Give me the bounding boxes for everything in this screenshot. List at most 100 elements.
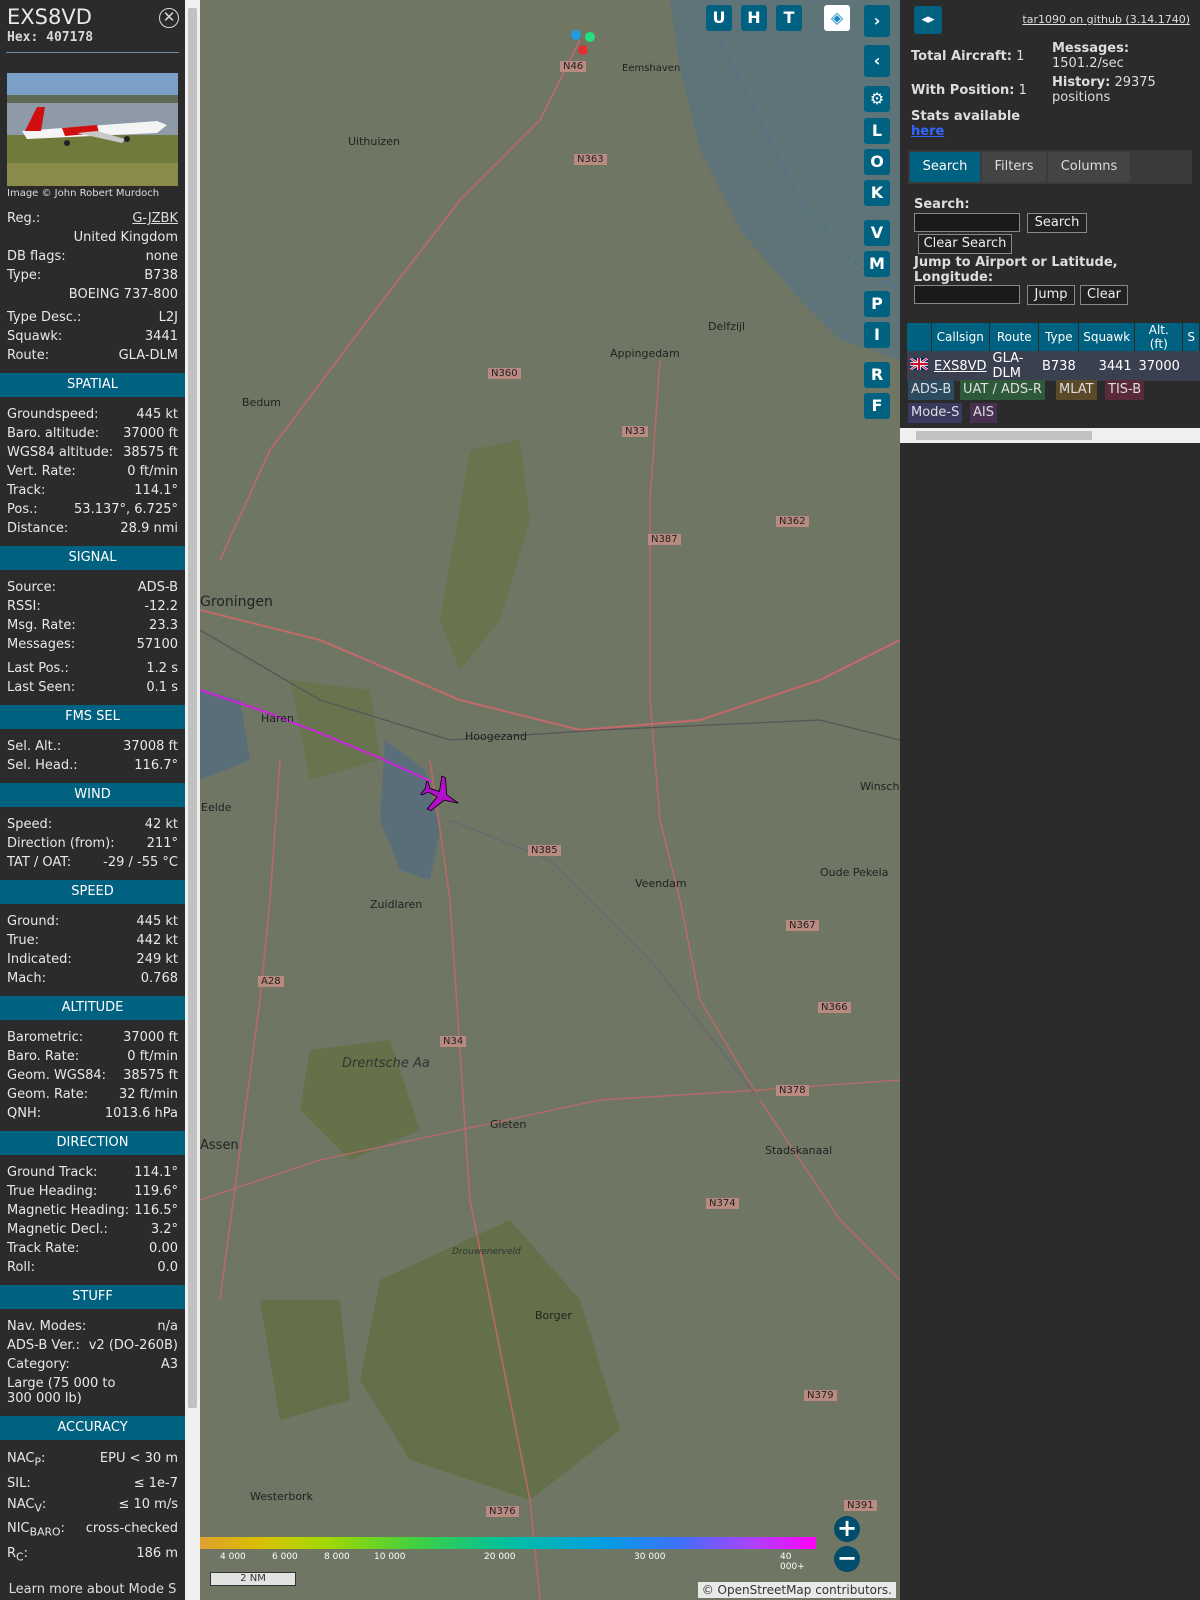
row-callsign[interactable]: EXS8VD bbox=[931, 351, 990, 381]
place-label: Groningen bbox=[200, 594, 273, 610]
clear-search-button[interactable]: Clear Search bbox=[918, 234, 1012, 254]
toggle-t-button[interactable]: T bbox=[776, 5, 802, 31]
table-horizontal-scrollbar[interactable] bbox=[900, 428, 1200, 443]
toggle-r-button[interactable]: R bbox=[864, 362, 890, 388]
zoom-out-button[interactable]: − bbox=[834, 1546, 860, 1572]
toggle-p-button[interactable]: P bbox=[864, 291, 890, 317]
toggle-l-button[interactable]: L bbox=[864, 118, 890, 144]
toggle-h-button[interactable]: H bbox=[741, 5, 767, 31]
place-label: Delfzijl bbox=[708, 320, 746, 333]
row-value: ≤ 1e-7 bbox=[133, 1475, 178, 1491]
info-row: Messages: 57100 bbox=[0, 635, 185, 654]
section-direction[interactable]: DIRECTION bbox=[0, 1131, 185, 1155]
row-value: 38575 ft bbox=[123, 1068, 178, 1083]
toggle-v-button[interactable]: V bbox=[864, 220, 890, 246]
toggle-k-button[interactable]: K bbox=[864, 180, 890, 206]
registration-link[interactable]: G-JZBK bbox=[132, 209, 178, 228]
road-shield: N360 bbox=[488, 368, 521, 379]
section-accuracy[interactable]: ACCURACY bbox=[0, 1416, 185, 1440]
info-row: RSSI: -12.2 bbox=[0, 597, 185, 616]
chevron-left-icon[interactable]: ‹ bbox=[864, 45, 890, 77]
jump-input[interactable] bbox=[914, 285, 1020, 304]
info-row: Track Rate: 0.00 bbox=[0, 1239, 185, 1258]
typedesc-row: Type Desc.: L2J bbox=[0, 308, 185, 327]
section-wind[interactable]: WIND bbox=[0, 783, 185, 807]
search-button[interactable]: Search bbox=[1027, 213, 1087, 233]
section-fms-sel[interactable]: FMS SEL bbox=[0, 705, 185, 729]
toggle-m-button[interactable]: M bbox=[864, 251, 890, 277]
place-label: Stadskanaal bbox=[765, 1144, 833, 1157]
close-icon[interactable]: ✕ bbox=[159, 8, 179, 28]
row-label: Groundspeed: bbox=[7, 407, 99, 422]
place-label: Drouwenerveld bbox=[452, 1247, 521, 1257]
aircraft-photo[interactable] bbox=[7, 73, 178, 186]
row-value: 23.3 bbox=[149, 618, 178, 633]
info-row: True Heading: 119.6° bbox=[0, 1182, 185, 1201]
receiver-marker bbox=[571, 30, 581, 40]
tab-columns[interactable]: Columns bbox=[1048, 152, 1130, 182]
row-value: 116.5° bbox=[134, 1203, 178, 1218]
stats-link[interactable]: here bbox=[911, 124, 944, 139]
info-panel-scrollbar[interactable] bbox=[185, 0, 200, 1600]
tab-filters[interactable]: Filters bbox=[982, 152, 1046, 182]
road bbox=[219, 39, 581, 561]
info-row: Sel. Head.: 116.7° bbox=[0, 756, 185, 775]
column-header[interactable]: Squawk bbox=[1078, 323, 1136, 351]
with-position-value: 1 bbox=[1018, 83, 1027, 98]
github-link[interactable]: tar1090 on github (3.14.1740) bbox=[1022, 13, 1190, 26]
source-badge-mlat: MLAT bbox=[1056, 380, 1097, 400]
column-header[interactable]: Route bbox=[989, 323, 1040, 351]
receiver-marker bbox=[585, 32, 595, 42]
row-label: Mach: bbox=[7, 971, 46, 986]
chevron-right-icon[interactable]: › bbox=[864, 5, 890, 37]
jump-button[interactable]: Jump bbox=[1027, 285, 1075, 305]
source-badge-adsb: ADS-B bbox=[908, 380, 955, 400]
nacp-sub: P bbox=[34, 1455, 41, 1469]
row-label: TAT / OAT: bbox=[7, 855, 72, 870]
row-label: Baro. altitude: bbox=[7, 426, 100, 441]
row-value: 1.2 s bbox=[146, 661, 178, 676]
section-spatial[interactable]: SPATIAL bbox=[0, 373, 185, 397]
forest-area bbox=[360, 1220, 620, 1500]
column-header-flag[interactable] bbox=[907, 323, 932, 351]
zoom-in-button[interactable]: + bbox=[834, 1516, 860, 1542]
map-attribution[interactable]: © OpenStreetMap contributors. bbox=[697, 1582, 896, 1598]
layers-icon[interactable]: ◈ bbox=[824, 5, 850, 31]
toggle-o-button[interactable]: O bbox=[864, 149, 890, 175]
table-row[interactable]: EXS8VD GLA-DLM B738 3441 37000 bbox=[907, 351, 1200, 381]
column-header[interactable]: Alt. (ft) bbox=[1134, 323, 1184, 351]
type-label: Type: bbox=[7, 268, 42, 283]
row-label: True Heading: bbox=[7, 1184, 98, 1199]
info-row: RC: 186 m bbox=[0, 1543, 185, 1568]
dbflags-value: none bbox=[145, 249, 178, 264]
column-header[interactable]: S bbox=[1182, 323, 1200, 351]
section-altitude[interactable]: ALTITUDE bbox=[0, 996, 185, 1020]
aircraft-table: Callsign Route Type Squawk Alt. (ft) S E… bbox=[907, 323, 1200, 381]
typedesc-value: L2J bbox=[158, 310, 178, 325]
uk-flag-icon bbox=[907, 351, 931, 381]
expand-collapse-icon[interactable]: ◂▸ bbox=[914, 6, 942, 34]
section-speed[interactable]: SPEED bbox=[0, 880, 185, 904]
column-header[interactable]: Type bbox=[1038, 323, 1080, 351]
toggle-f-button[interactable]: F bbox=[864, 393, 890, 419]
map-view[interactable]: Eemshaven Uithuizen Appingedam Delfzijl … bbox=[200, 0, 900, 1600]
toggle-i-button[interactable]: I bbox=[864, 322, 890, 348]
settings-gear-icon[interactable]: ⚙ bbox=[864, 86, 890, 112]
scrollbar-thumb[interactable] bbox=[916, 431, 1092, 440]
clear-button[interactable]: Clear bbox=[1080, 285, 1128, 305]
column-header[interactable]: Callsign bbox=[931, 323, 991, 351]
nic-sub: BARO bbox=[29, 1525, 61, 1539]
section-stuff[interactable]: STUFF bbox=[0, 1285, 185, 1309]
forest-area bbox=[260, 1300, 350, 1420]
row-label: NACV: bbox=[7, 1496, 47, 1515]
search-input[interactable] bbox=[914, 213, 1020, 232]
scrollbar-thumb[interactable] bbox=[188, 8, 197, 1408]
toggle-u-button[interactable]: U bbox=[706, 5, 732, 31]
tab-search[interactable]: Search bbox=[910, 152, 980, 182]
row-altitude: 37000 bbox=[1134, 351, 1183, 381]
reg-label: Reg.: bbox=[7, 211, 41, 226]
section-signal[interactable]: SIGNAL bbox=[0, 546, 185, 570]
squawk-label: Squawk: bbox=[7, 329, 63, 344]
squawk-row: Squawk: 3441 bbox=[0, 327, 185, 346]
row-value: 42 kt bbox=[144, 817, 178, 832]
